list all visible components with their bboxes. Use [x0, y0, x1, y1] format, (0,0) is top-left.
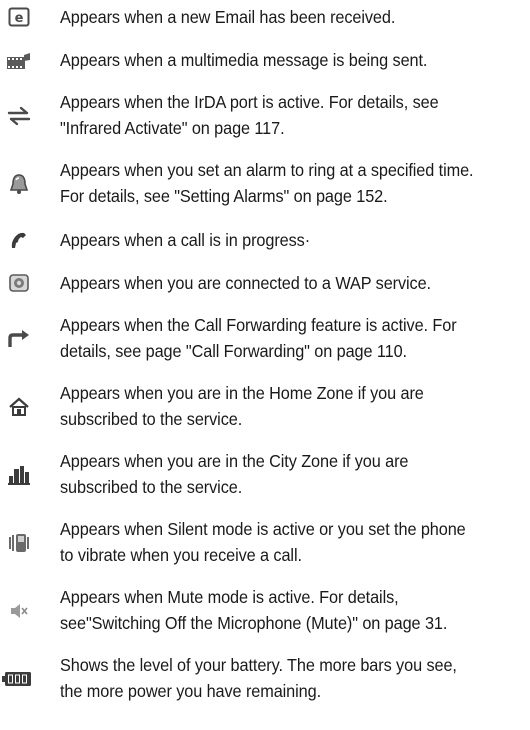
- line: see"Switching Off the Microphone (Mute)"…: [60, 613, 448, 633]
- line: Appears when a multimedia message is bei…: [60, 50, 428, 70]
- alarm-bell-icon: [6, 173, 32, 195]
- wap-service-icon: [6, 272, 32, 294]
- line: Shows the level of your battery. The mor…: [60, 655, 457, 675]
- email-icon: e: [6, 6, 32, 28]
- line: "Infrared Activate" on page 117.: [60, 118, 285, 138]
- call-in-progress-icon: [6, 230, 32, 252]
- multimedia-message-sending-icon: [6, 50, 32, 72]
- home-zone-icon: [6, 396, 32, 418]
- line: details, see page "Call Forwarding" on p…: [60, 341, 407, 361]
- call-forwarding-icon: [6, 328, 32, 350]
- mute-icon: [6, 600, 32, 622]
- line: to vibrate when you receive a call.: [60, 545, 302, 565]
- line: Appears when you are in the City Zone if…: [60, 451, 409, 471]
- irda-port-icon: [6, 105, 32, 127]
- city-zone-icon: [6, 463, 32, 485]
- line: Appears when you are connected to a WAP …: [60, 273, 431, 293]
- line: Appears when you set an alarm to ring at…: [60, 160, 474, 180]
- line: Appears when you are in the Home Zone if…: [60, 383, 424, 403]
- silent-mode-vibrate-icon: [6, 532, 32, 554]
- line: Appears when the IrDA port is active. Fo…: [60, 92, 439, 112]
- svg-text:e: e: [15, 11, 24, 26]
- line: Appears when Silent mode is active or yo…: [60, 519, 466, 539]
- battery-level-icon: [0, 668, 34, 690]
- line: Appears when a call is in progress·: [60, 230, 311, 250]
- line: Appears when a new Email has been receiv…: [60, 7, 396, 27]
- line: For details, see "Setting Alarms" on pag…: [60, 186, 388, 206]
- line: the more power you have remaining.: [60, 681, 322, 701]
- line: Appears when Mute mode is active. For de…: [60, 587, 399, 607]
- line: subscribed to the service.: [60, 409, 243, 429]
- line: subscribed to the service.: [60, 477, 243, 497]
- line: Appears when the Call Forwarding feature…: [60, 315, 457, 335]
